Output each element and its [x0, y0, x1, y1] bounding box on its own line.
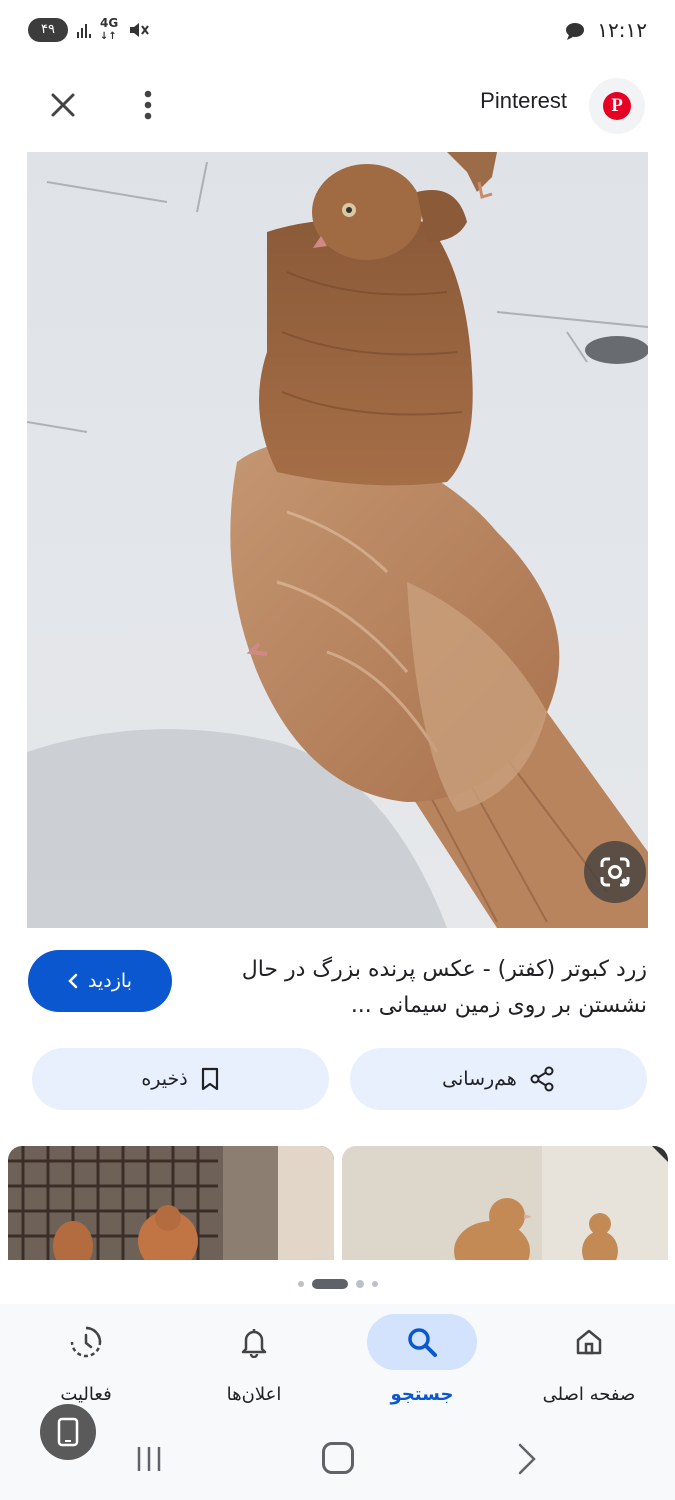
activity-icon: [70, 1326, 102, 1358]
chevron-left-icon: [68, 973, 78, 989]
pinterest-logo-icon[interactable]: P: [589, 78, 645, 134]
pager-dot: [355, 1280, 364, 1288]
home-icon: [576, 1329, 602, 1355]
mute-icon: [130, 23, 149, 37]
status-bar: ۴۹ 4G ↓↑ ۱۲:۱۲: [0, 0, 675, 62]
more-vert-icon: [144, 90, 152, 120]
nav-activity[interactable]: فعالیت: [2, 1314, 170, 1414]
bottom-navigation: صفحه اصلی جستجو اعلان‌ها فعالیت: [0, 1304, 675, 1424]
pager-dot: [371, 1281, 378, 1287]
related-image-thumbnail[interactable]: [8, 1146, 334, 1260]
close-button[interactable]: [40, 82, 86, 128]
bookmark-icon: [201, 1067, 218, 1091]
google-lens-button[interactable]: [584, 841, 646, 903]
visit-button[interactable]: بازدید: [28, 950, 172, 1012]
related-images: [0, 1146, 675, 1260]
search-icon: [408, 1328, 437, 1357]
battery-indicator: ۴۹: [28, 18, 68, 42]
signal-icon: [77, 24, 91, 38]
related-image-thumbnail[interactable]: [342, 1146, 668, 1260]
back-icon[interactable]: [512, 1442, 542, 1476]
system-navigation-bar: [0, 1424, 675, 1500]
nav-home[interactable]: صفحه اصلی: [505, 1314, 673, 1414]
source-site-name[interactable]: Pinterest: [480, 88, 567, 114]
result-title[interactable]: زرد کبوتر (کفتر) - عکس پرنده بزرگ در حال…: [227, 952, 647, 1024]
nav-search[interactable]: جستجو: [338, 1314, 506, 1414]
network-type: 4G ↓↑: [100, 16, 119, 42]
status-time: ۱۲:۱۲: [597, 18, 647, 42]
pager-dot: [297, 1281, 304, 1287]
pager-dot-active: [311, 1279, 348, 1289]
share-icon: [530, 1066, 554, 1092]
carousel-pager: [0, 1277, 675, 1291]
viewer-header: Pinterest P: [0, 62, 675, 150]
recent-apps-icon[interactable]: [134, 1444, 164, 1474]
save-button[interactable]: ذخیره: [32, 1048, 329, 1110]
main-result-image[interactable]: [27, 152, 648, 928]
chat-notification-icon: [566, 23, 584, 40]
lens-icon: [600, 857, 630, 887]
close-icon: [51, 93, 75, 117]
share-button[interactable]: هم‌رسانی: [350, 1048, 647, 1110]
system-home-button[interactable]: [322, 1442, 354, 1474]
nav-notifications[interactable]: اعلان‌ها: [170, 1314, 338, 1414]
more-options-button[interactable]: [128, 82, 168, 128]
floating-assistant-button[interactable]: [40, 1404, 96, 1460]
phone-icon: [57, 1417, 79, 1447]
bell-icon: [241, 1329, 267, 1358]
